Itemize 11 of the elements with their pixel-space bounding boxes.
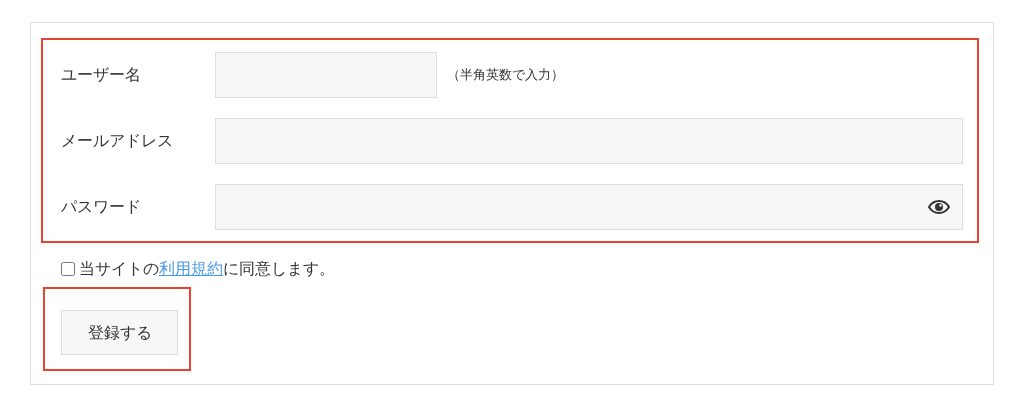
input-field[interactable] — [215, 52, 437, 98]
agreement-text: 当サイトの利用規約に同意します。 — [79, 258, 335, 280]
hint-text: （半角英数で入力） — [447, 66, 564, 85]
agree-checkbox[interactable] — [61, 262, 75, 276]
input-field[interactable] — [215, 118, 963, 164]
register-button[interactable]: 登録する — [61, 310, 178, 355]
field-label: パスワード — [61, 196, 142, 218]
input-field[interactable] — [215, 184, 963, 230]
field-label: ユーザー名 — [61, 64, 142, 86]
eye-icon[interactable] — [928, 200, 950, 214]
field-label: メールアドレス — [61, 130, 174, 152]
